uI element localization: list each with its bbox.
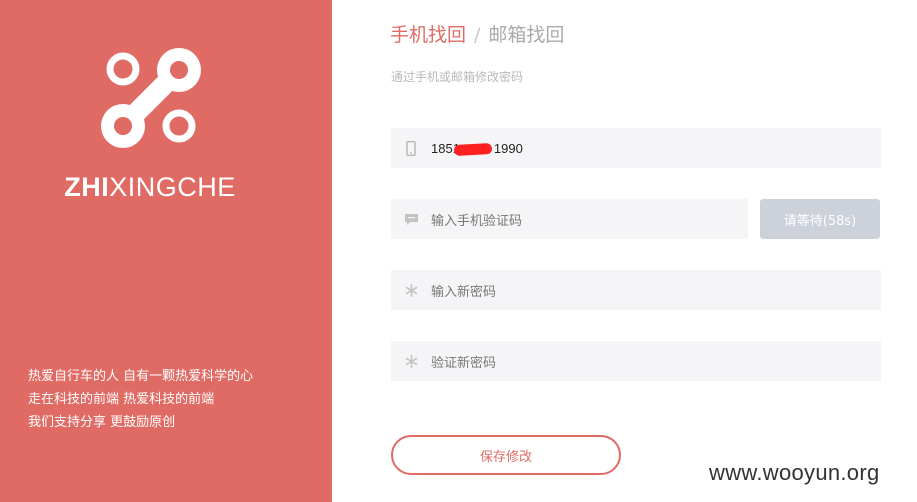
tab-separator: /: [474, 24, 481, 46]
slogan-line: 我们支持分享 更鼓励原创: [28, 415, 176, 430]
watermark: www.wooyun.org: [709, 460, 880, 485]
brand-name: ZHIXINGCHE: [0, 172, 300, 203]
phone-field[interactable]: 1851 1990: [391, 128, 881, 168]
mobile-phone-icon: [391, 128, 431, 168]
resend-code-button[interactable]: 请等待(58s): [760, 199, 880, 239]
tab-phone-recovery[interactable]: 手机找回: [390, 24, 466, 46]
logo-icon: [101, 48, 201, 148]
tab-email-recovery[interactable]: 邮箱找回: [488, 24, 564, 46]
page-subtitle: 通过手机或邮箱修改密码: [391, 70, 524, 84]
brand-name-bold: ZHI: [64, 172, 110, 202]
slogan: 热爱自行车的人 自有一颗热爱科学的心 走在科技的前端 热爱科技的前端 我们支持分…: [28, 365, 253, 434]
recovery-tabs: 手机找回 / 邮箱找回: [390, 20, 564, 47]
save-button[interactable]: 保存修改: [391, 435, 621, 475]
slogan-line: 热爱自行车的人 自有一颗热爱科学的心: [28, 369, 254, 384]
brand-name-rest: XINGCHE: [109, 172, 236, 202]
confirm-password-input[interactable]: 验证新密码: [391, 341, 881, 381]
sms-code-placeholder: 输入手机验证码: [431, 213, 523, 229]
left-brand-panel: ZHIXINGCHE 热爱自行车的人 自有一颗热爱科学的心 走在科技的前端 热爱…: [0, 0, 332, 502]
phone-value: 1851 1990: [431, 141, 523, 156]
phone-suffix: 1990: [493, 140, 523, 156]
asterisk-icon: [391, 270, 431, 310]
asterisk-icon: [391, 341, 431, 381]
chat-bubble-icon: [391, 199, 431, 239]
sms-code-input[interactable]: 输入手机验证码: [391, 199, 748, 239]
slogan-line: 走在科技的前端 热爱科技的前端: [28, 392, 215, 407]
redaction-mark: [453, 142, 493, 156]
new-password-input[interactable]: 输入新密码: [391, 270, 881, 310]
confirm-password-placeholder: 验证新密码: [431, 355, 497, 371]
new-password-placeholder: 输入新密码: [431, 284, 497, 300]
